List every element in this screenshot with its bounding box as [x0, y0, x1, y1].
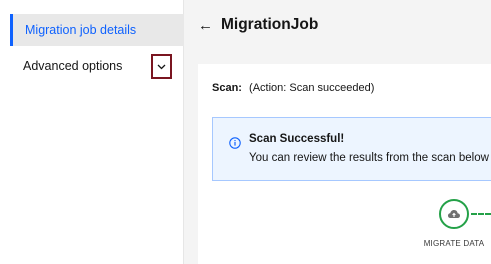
- main-content: ← MigrationJob Scan: (Action: Scan succe…: [184, 0, 491, 264]
- sidebar-item-label: Advanced options: [23, 59, 123, 73]
- sidebar-item-label: Migration job details: [25, 23, 137, 37]
- notification-title: Scan Successful!: [249, 133, 345, 145]
- scan-success-notification: Scan Successful! You can review the resu…: [212, 117, 491, 181]
- page-header: ← MigrationJob: [184, 0, 491, 50]
- scan-status-text: (Action: Scan succeeded): [249, 82, 375, 94]
- scan-label: Scan:: [212, 82, 242, 94]
- migrate-data-step-label: MIGRATE DATA: [423, 239, 485, 248]
- sidebar-item-migration-job-details[interactable]: Migration job details: [10, 14, 184, 46]
- info-icon: [229, 137, 241, 149]
- page: Migration job details Advanced options ←…: [0, 0, 491, 264]
- job-details-card: Scan: (Action: Scan succeeded) Scan Succ…: [198, 64, 491, 264]
- cloud-upload-icon: [448, 210, 460, 218]
- arrow-left-icon[interactable]: ←: [198, 18, 213, 33]
- migrate-data-step[interactable]: [439, 199, 469, 229]
- sidebar: Migration job details Advanced options: [0, 0, 184, 264]
- advanced-options-expand-button[interactable]: [151, 54, 172, 79]
- step-connector: [471, 213, 491, 215]
- page-title: MigrationJob: [221, 16, 319, 33]
- notification-body: You can review the results from the scan…: [249, 152, 491, 164]
- chevron-down-icon: [157, 64, 166, 69]
- scan-status: Scan: (Action: Scan succeeded): [212, 82, 374, 94]
